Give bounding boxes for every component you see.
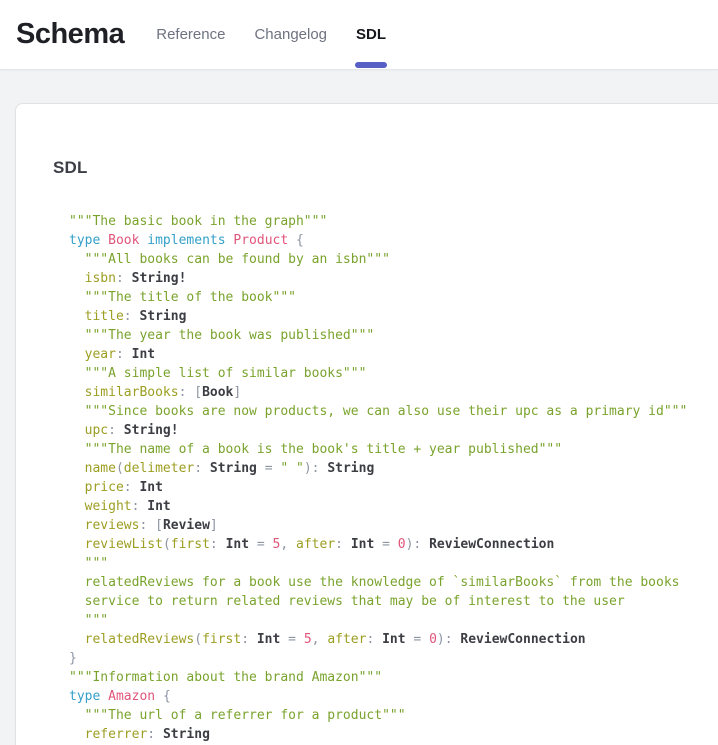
tab-reference[interactable]: Reference bbox=[154, 0, 227, 69]
sdl-card-title: SDL bbox=[53, 158, 698, 178]
tab-changelog[interactable]: Changelog bbox=[252, 0, 329, 69]
page-header: Schema Reference Changelog SDL bbox=[0, 0, 718, 70]
tab-sdl-label: SDL bbox=[356, 26, 386, 43]
page-title: Schema bbox=[16, 18, 124, 51]
active-tab-underline bbox=[355, 62, 387, 68]
schema-tabs: Reference Changelog SDL bbox=[154, 0, 413, 69]
main-area: SDL """The basic book in the graph"""typ… bbox=[0, 70, 718, 745]
tab-reference-label: Reference bbox=[156, 26, 225, 43]
sdl-code: """The basic book in the graph"""type Bo… bbox=[69, 212, 698, 745]
sdl-card: SDL """The basic book in the graph"""typ… bbox=[15, 103, 718, 745]
tab-changelog-label: Changelog bbox=[254, 26, 327, 43]
tab-sdl[interactable]: SDL bbox=[354, 0, 388, 69]
